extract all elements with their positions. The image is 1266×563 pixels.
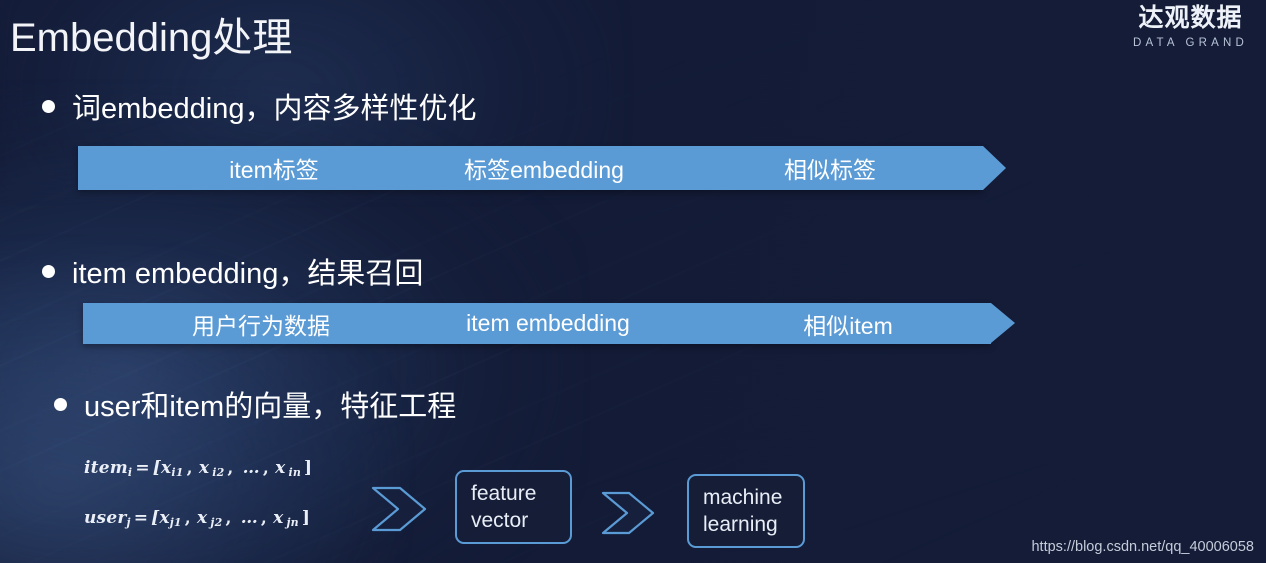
bullet-item-3: user和item的向量，特征工程 xyxy=(54,383,456,425)
formula1-close: ] xyxy=(304,458,313,478)
banner1-step-3: 相似标签 xyxy=(784,157,876,183)
logo-chinese-name: 达观数据 xyxy=(1138,4,1243,32)
formula2-ellipsis: , xyxy=(225,508,238,528)
logo-english-name: DATA GRAND xyxy=(1132,37,1248,49)
formula1-comma-1: , x xyxy=(186,458,210,478)
formula2-dots: … xyxy=(240,508,258,528)
formula1-ellipsis: , xyxy=(227,458,240,478)
formula1-comma-2: , x xyxy=(262,458,286,478)
banner2-step-1: 用户行为数据 xyxy=(192,312,330,339)
formula1-el-2: i2 xyxy=(212,466,225,479)
banner2-step-3: 相似item xyxy=(803,312,893,339)
bullet-label-1: 词embedding，内容多样性优化 xyxy=(72,93,477,125)
bullet-item-2: item embedding，结果召回 xyxy=(42,250,423,292)
bullet-item-1: 词embedding，内容多样性优化 xyxy=(42,85,477,127)
formula1-el-1: i1 xyxy=(171,466,184,479)
box2-line-1: machine xyxy=(703,486,783,509)
formula1-el-4: in xyxy=(288,466,302,479)
formula2-open: [x xyxy=(151,508,170,528)
formula2-el-1: j1 xyxy=(169,516,182,529)
pipeline-banner-2: 用户行为数据 item embedding 相似item xyxy=(83,303,1015,344)
node-machine-learning: machine learning xyxy=(687,474,805,548)
formula2-lhs: user xyxy=(84,508,127,528)
brand-logo: 达观数据 DATA GRAND xyxy=(1133,6,1248,50)
chevron-right-icon xyxy=(600,489,658,542)
bullet-dot-icon xyxy=(42,99,55,113)
slide-canvas: Embedding处理 达观数据 DATA GRAND 词embedding，内… xyxy=(0,0,1266,563)
formula2-close: ] xyxy=(301,508,311,528)
chevron-right-icon xyxy=(370,484,430,539)
formula1-open: [x xyxy=(152,458,172,478)
formula-user-vector: userj = [xj1, x j2, …, x jn] xyxy=(84,508,313,529)
banner1-arrow-tip-icon xyxy=(983,146,1006,190)
watermark-url: https://blog.csdn.net/qq_40006058 xyxy=(1031,539,1254,555)
box1-line-2: vector xyxy=(471,508,529,532)
banner2-arrow-tip-icon xyxy=(991,303,1015,343)
formula2-operator: = xyxy=(133,508,149,528)
bullet-label-3: user和item的向量，特征工程 xyxy=(84,391,457,423)
bullet-dot-icon xyxy=(54,397,67,411)
formula2-el-2: j2 xyxy=(210,516,223,529)
formula1-operator: = xyxy=(135,458,150,478)
formula2-comma-1: , x xyxy=(184,508,208,528)
bullet-dot-icon xyxy=(42,264,55,278)
formula2-comma-2: , x xyxy=(260,508,284,528)
box2-line-2: learning xyxy=(703,512,778,536)
formula2-el-4: jn xyxy=(286,516,299,529)
formula1-lhs: item xyxy=(84,458,128,478)
formula1-dots: … xyxy=(242,458,260,478)
page-title: Embedding处理 xyxy=(10,16,293,60)
banner2-step-2: item embedding xyxy=(466,310,630,336)
formula-item-vector: itemi = [xi1, x i2, …, x in] xyxy=(84,458,315,479)
bullet-label-2: item embedding，结果召回 xyxy=(72,258,424,290)
box1-line-1: feature xyxy=(471,482,537,505)
banner1-step-1: item标签 xyxy=(229,157,319,183)
pipeline-banner-1: item标签 标签embedding 相似标签 xyxy=(78,146,1006,190)
node-feature-vector: feature vector xyxy=(455,470,572,544)
banner1-step-2: 标签embedding xyxy=(464,157,624,183)
